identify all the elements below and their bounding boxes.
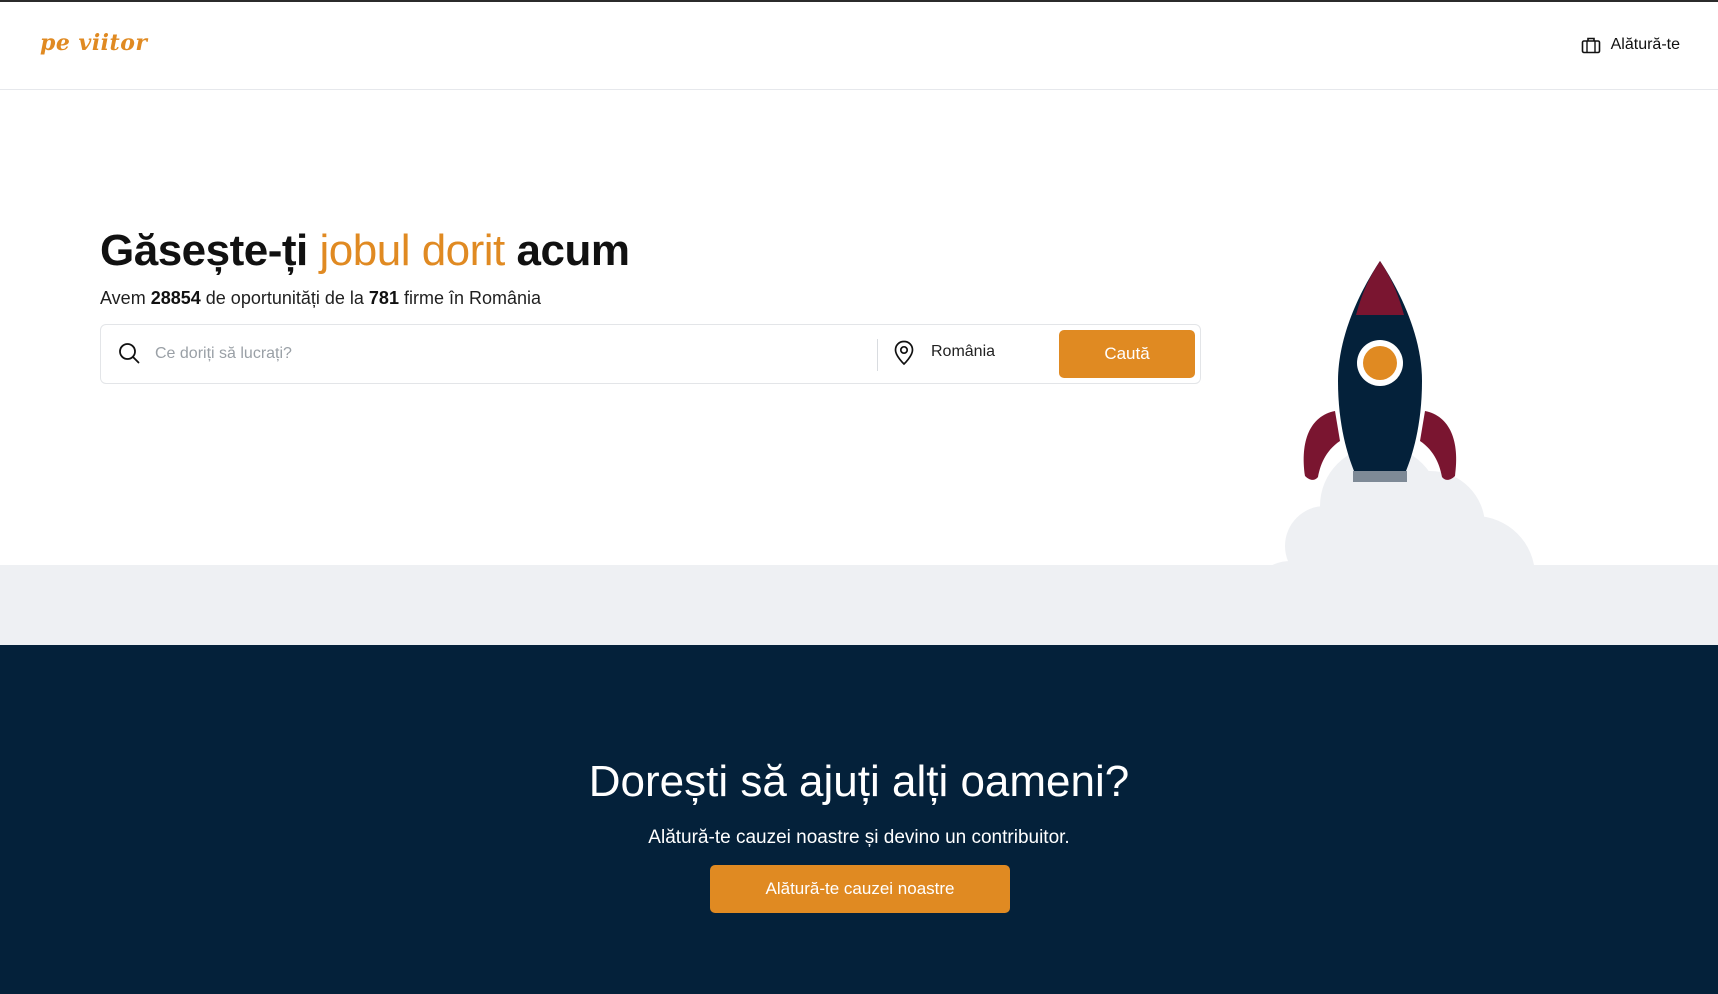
location-selector[interactable]: România [931,343,995,361]
search-bar: România Caută [100,324,1201,384]
join-cause-button[interactable]: Alătură-te cauzei noastre [710,865,1010,913]
headline-start: Găsește-ți [100,226,308,275]
headline-end: acum [516,226,630,275]
briefcase-icon [1581,37,1600,54]
subtitle-suffix: firme în România [403,288,542,308]
companies-count: 781 [368,288,399,308]
headline-accent: jobul dorit [319,226,506,275]
page-title: Găsește-ți jobul dorit acum [100,226,630,276]
site-logo[interactable]: pe viitor [40,30,147,56]
subtitle-middle: de oportunități de la [205,288,364,308]
job-search-input[interactable] [155,335,855,373]
rocket-nose [1356,261,1404,315]
hero-section: Găsește-ți jobul dorit acum Avem 28854 d… [0,91,1718,656]
jobs-count: 28854 [150,288,201,308]
contributor-cta-section: Dorești să ajuți alți oameni? Alătură-te… [0,645,1718,994]
search-divider [877,339,878,371]
join-nav-link[interactable]: Alătură-te [1581,36,1680,54]
subtitle-prefix: Avem [100,288,146,308]
hero-subtitle: Avem 28854 de oportunități de la 781 fir… [100,288,541,309]
search-button[interactable]: Caută [1059,330,1195,378]
site-header: pe viitor Alătură-te [0,2,1718,90]
cta-title: Dorești să ajuți alți oameni? [588,757,1130,806]
search-icon [119,343,140,364]
join-nav-label: Alătură-te [1610,36,1680,53]
map-pin-icon [894,340,914,366]
cta-subtitle: Alătură-te cauzei noastre și devino un c… [648,827,1070,848]
cloud-band [0,565,1718,645]
rocket-nozzle [1353,471,1407,482]
